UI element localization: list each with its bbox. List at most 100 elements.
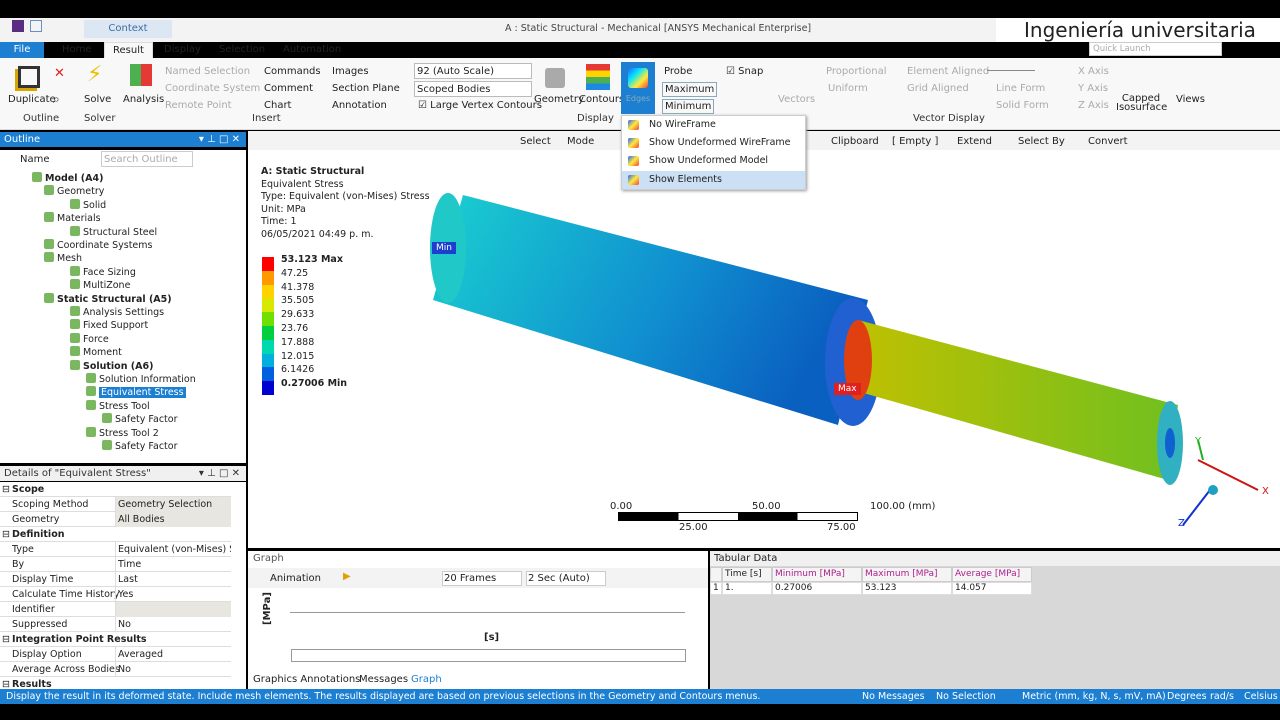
- details-value[interactable]: Equivalent (von-Mises) St...: [115, 542, 231, 557]
- details-section[interactable]: Scope ⊟: [0, 482, 231, 497]
- duration-dropdown[interactable]: 2 Sec (Auto): [526, 571, 606, 586]
- z-axis-button[interactable]: Z Axis: [1078, 100, 1109, 111]
- details-section[interactable]: Integration Point Results ⊟: [0, 632, 231, 647]
- snap-checkbox[interactable]: ☑ Snap: [726, 66, 763, 77]
- outline-close-icon[interactable]: ▾ ⊥ □ ✕: [199, 132, 240, 147]
- details-close-icon[interactable]: ▾ ⊥ □ ✕: [199, 466, 240, 481]
- delete-icon[interactable]: ✕: [54, 66, 65, 81]
- tree-item[interactable]: Solid: [70, 198, 106, 212]
- tree-item[interactable]: Stress Tool: [86, 399, 150, 413]
- named-selection-button[interactable]: Named Selection: [165, 66, 250, 77]
- extend-button[interactable]: Extend: [957, 136, 992, 147]
- column-header[interactable]: Maximum [MPa]: [862, 567, 952, 582]
- edges-button[interactable]: Edges: [621, 62, 655, 114]
- menu-item-show-elements[interactable]: Show Elements: [622, 171, 805, 189]
- analysis-button[interactable]: Analysis: [123, 94, 164, 105]
- tree-item[interactable]: Moment: [70, 346, 122, 359]
- tab-messages[interactable]: Messages: [359, 674, 408, 685]
- menu-item-show-undeformed-wireframe[interactable]: Show Undeformed WireFrame: [622, 134, 805, 152]
- annotation-button[interactable]: Annotation: [332, 100, 387, 111]
- tree-item[interactable]: Solution Information: [86, 373, 196, 386]
- details-value[interactable]: Geometry Selection: [115, 497, 231, 512]
- duplicate-button[interactable]: Duplicate: [8, 94, 56, 105]
- menu-item-no-wireframe[interactable]: No WireFrame: [622, 116, 805, 134]
- bodies-dropdown[interactable]: Scoped Bodies: [414, 81, 532, 97]
- solve-button[interactable]: Solve: [84, 94, 111, 105]
- uniform-button[interactable]: Uniform: [828, 83, 868, 94]
- details-value[interactable]: No: [115, 617, 231, 632]
- collapse-icon[interactable]: ⊟: [2, 632, 10, 647]
- column-header[interactable]: [710, 567, 722, 582]
- column-header[interactable]: Minimum [MPa]: [772, 567, 862, 582]
- tab-display[interactable]: Display: [156, 42, 209, 58]
- minimum-button[interactable]: Minimum: [662, 99, 715, 114]
- select-button[interactable]: Select: [520, 136, 551, 147]
- details-value[interactable]: All Bodies: [115, 512, 231, 527]
- tab-graphics-annotations[interactable]: Graphics Annotations: [253, 674, 360, 685]
- time-slider[interactable]: [291, 649, 686, 662]
- search-icon[interactable]: ⌕: [53, 92, 60, 107]
- tab-file[interactable]: File: [0, 42, 44, 58]
- scale-dropdown[interactable]: 92 (Auto Scale): [414, 63, 532, 79]
- grid-aligned-button[interactable]: Grid Aligned: [907, 83, 969, 94]
- y-axis-button[interactable]: Y Axis: [1078, 83, 1108, 94]
- maximum-button[interactable]: Maximum: [662, 82, 718, 97]
- element-aligned-button[interactable]: Element Aligned: [907, 66, 989, 77]
- x-axis-button[interactable]: X Axis: [1078, 66, 1109, 77]
- capped-isosurface-button[interactable]: Capped Isosurface: [1116, 94, 1167, 113]
- large-vertex-checkbox[interactable]: ☑ Large Vertex Contours: [418, 100, 542, 111]
- collapse-icon[interactable]: ⊟: [2, 482, 10, 497]
- vector-slider[interactable]: [987, 70, 1035, 71]
- column-header[interactable]: Average [MPa]: [952, 567, 1032, 582]
- details-value[interactable]: Averaged: [115, 647, 231, 662]
- details-value[interactable]: Time: [115, 557, 231, 572]
- tab-graph[interactable]: Graph: [411, 674, 442, 685]
- line-form-button[interactable]: Line Form: [996, 83, 1045, 94]
- remote-point-button[interactable]: Remote Point: [165, 100, 232, 111]
- chart-button[interactable]: Chart: [264, 100, 291, 111]
- collapse-icon[interactable]: ⊟: [2, 527, 10, 542]
- proportional-button[interactable]: Proportional: [826, 66, 887, 77]
- status-angle[interactable]: Degrees: [1167, 689, 1207, 704]
- clipboard-button[interactable]: Clipboard: [831, 136, 879, 147]
- details-section[interactable]: Definition ⊟: [0, 527, 231, 542]
- tree-item[interactable]: Fixed Support: [70, 319, 148, 332]
- solid-form-button[interactable]: Solid Form: [996, 100, 1049, 111]
- comment-button[interactable]: Comment: [264, 83, 313, 94]
- tree-item[interactable]: Equivalent Stress: [86, 386, 186, 399]
- coordinate-system-button[interactable]: Coordinate System: [165, 83, 260, 94]
- tree-item[interactable]: Force: [70, 332, 109, 346]
- tree-item[interactable]: Geometry: [44, 185, 104, 198]
- tree-item[interactable]: Safety Factor: [102, 413, 178, 426]
- tree-item[interactable]: Coordinate Systems: [44, 239, 152, 252]
- frames-dropdown[interactable]: 20 Frames: [442, 571, 522, 586]
- play-icon[interactable]: ▶: [343, 571, 351, 582]
- tree-item[interactable]: Solution (A6): [70, 359, 153, 373]
- commands-button[interactable]: Commands: [264, 66, 321, 77]
- status-messages[interactable]: No Messages: [862, 689, 925, 704]
- geometry-button[interactable]: Geometry: [534, 94, 584, 105]
- menu-item-show-undeformed-model[interactable]: Show Undeformed Model: [622, 152, 805, 170]
- column-header[interactable]: Time [s]: [722, 567, 772, 582]
- tree-item[interactable]: Mesh: [44, 252, 82, 265]
- status-rotation[interactable]: rad/s: [1210, 689, 1234, 704]
- views-button[interactable]: Views: [1176, 94, 1205, 105]
- vectors-button[interactable]: Vectors: [778, 94, 815, 105]
- section-plane-button[interactable]: Section Plane: [332, 83, 400, 94]
- details-value[interactable]: Last: [115, 572, 231, 587]
- details-value[interactable]: Yes: [115, 587, 231, 602]
- tree-item[interactable]: Structural Steel: [70, 225, 157, 239]
- tree-item[interactable]: Analysis Settings: [70, 306, 164, 319]
- details-value[interactable]: No: [115, 662, 231, 677]
- tree-item[interactable]: MultiZone: [70, 279, 130, 292]
- tab-home[interactable]: Home: [54, 42, 100, 58]
- tree-item[interactable]: Face Sizing: [70, 265, 136, 279]
- contours-button[interactable]: Contours: [579, 94, 624, 105]
- tree-item[interactable]: Model (A4): [32, 172, 103, 185]
- details-value[interactable]: [115, 602, 231, 617]
- tab-result[interactable]: Result: [104, 42, 153, 58]
- probe-button[interactable]: Probe: [664, 66, 692, 77]
- images-button[interactable]: Images: [332, 66, 369, 77]
- tree-item[interactable]: Materials: [44, 212, 101, 225]
- mode-button[interactable]: Mode: [567, 136, 594, 147]
